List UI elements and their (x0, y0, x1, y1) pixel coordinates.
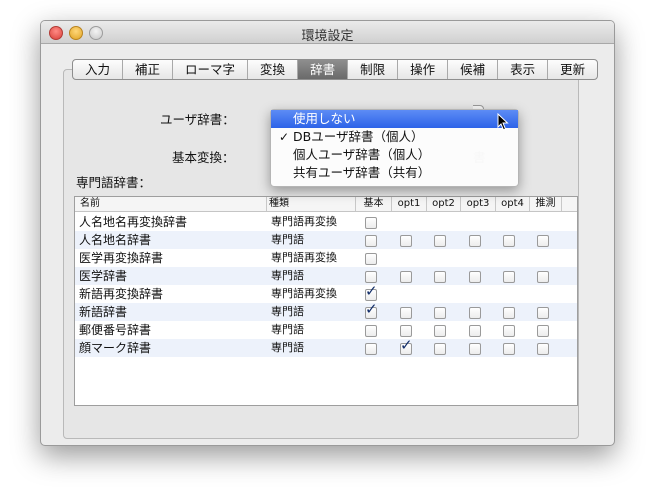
checkbox-推測[interactable] (537, 235, 549, 247)
checkbox-opt2[interactable] (434, 271, 446, 283)
tab-2[interactable]: ローマ字 (173, 60, 249, 79)
dictionary-kind: 専門語再変換 (271, 251, 337, 264)
tab-5[interactable]: 制限 (348, 60, 399, 79)
checkbox-推測[interactable] (537, 343, 549, 355)
dictionary-name: 医学再変換辞書 (79, 251, 164, 265)
dictionary-kind: 専門語 (271, 269, 304, 282)
dictionary-name: 新語再変換辞書 (79, 287, 164, 301)
dictionary-kind: 専門語 (271, 323, 304, 336)
table-row[interactable]: 顔マーク辞書 専門語 ✓ (75, 338, 577, 357)
checkbox-opt2[interactable] (434, 235, 446, 247)
tab-6[interactable]: 操作 (398, 60, 449, 79)
checkbox-opt3[interactable] (469, 307, 481, 319)
specialty-dictionary-table: 名前 種類 基本 opt1 opt2 opt3 opt4 推測 人名地名再変換辞書 専門語再変換… (74, 196, 578, 406)
checkbox-opt2[interactable] (434, 307, 446, 319)
checkbox-opt2[interactable] (434, 343, 446, 355)
mouse-cursor-icon (497, 113, 509, 131)
column-header-4[interactable]: opt2 (427, 197, 461, 211)
dictionary-kind: 専門語再変換 (271, 287, 337, 300)
tab-1[interactable]: 補正 (123, 60, 174, 79)
table-row[interactable]: 人名地名再変換辞書 専門語再変換 (75, 213, 577, 231)
column-header-5[interactable]: opt3 (461, 197, 496, 211)
checkbox-推測[interactable] (537, 271, 549, 283)
checkbox-opt4[interactable] (503, 271, 515, 283)
checkbox-opt1[interactable]: ✓ (400, 338, 413, 355)
table-header: 名前 種類 基本 opt1 opt2 opt3 opt4 推測 (75, 197, 577, 212)
specialty-dictionary-label: 専門語辞書： (76, 175, 152, 190)
dictionary-name: 人名地名辞書 (79, 233, 152, 247)
window-title: 環境設定 (301, 29, 354, 44)
checkbox-opt3[interactable] (469, 325, 481, 337)
title-bar[interactable]: 環境設定 (41, 21, 614, 44)
tab-0[interactable]: 入力 (73, 60, 124, 79)
checkbox-基本[interactable] (365, 325, 377, 337)
tab-4[interactable]: 辞書 (298, 60, 349, 79)
menu-item-label: 個人ユーザ辞書（個人） (293, 147, 431, 162)
tab-9[interactable]: 更新 (548, 60, 597, 79)
checkmark-icon: ✓ (400, 336, 413, 354)
user-dictionary-menu: 使用しない ✓ DBユーザ辞書（個人） 個人ユーザ辞書（個人） 共有ユーザ辞書（共有） (270, 109, 519, 187)
dictionary-name: 新語辞書 (79, 305, 128, 319)
dictionary-kind: 専門語再変換 (271, 215, 337, 228)
checkbox-opt1[interactable] (400, 271, 412, 283)
checkbox-opt3[interactable] (469, 235, 481, 247)
table-row[interactable]: 郵便番号辞書 専門語 (75, 321, 577, 339)
checkbox-opt3[interactable] (469, 271, 481, 283)
user-dictionary-label: ユーザ辞書： (160, 112, 235, 127)
checkbox-opt4[interactable] (503, 325, 515, 337)
dictionary-name: 医学辞書 (79, 269, 128, 283)
checkmark-icon: ✓ (365, 282, 378, 300)
menu-item-label: 使用しない (293, 111, 356, 126)
menu-item-0[interactable]: 使用しない (271, 110, 518, 128)
checkbox-基本[interactable] (365, 235, 377, 247)
checkbox-opt2[interactable] (434, 325, 446, 337)
checkbox-opt4[interactable] (503, 343, 515, 355)
menu-item-3[interactable]: 共有ユーザ辞書（共有） (271, 164, 518, 182)
dictionary-kind: 専門語 (271, 233, 304, 246)
checkbox-opt4[interactable] (503, 307, 515, 319)
column-header-3[interactable]: opt1 (392, 197, 427, 211)
checkbox-opt3[interactable] (469, 343, 481, 355)
menu-item-label: DBユーザ辞書（個人） (293, 129, 424, 144)
table-row[interactable]: 医学再変換辞書 専門語再変換 (75, 249, 577, 267)
checkbox-基本[interactable] (365, 253, 377, 265)
checkbox-基本[interactable]: ✓ (365, 302, 378, 319)
dictionary-kind: 専門語 (271, 341, 304, 354)
basic-conversion-label: 基本変換： (172, 150, 235, 165)
column-header-1[interactable]: 種類 (267, 197, 356, 211)
checkbox-推測[interactable] (537, 325, 549, 337)
tab-bar: 入力 補正 ローマ字 変換 辞書 制限 操作 候補 表示 更新 (72, 59, 599, 80)
checkmark-icon: ✓ (279, 130, 290, 144)
table-row[interactable]: 新語再変換辞書 専門語再変換 ✓ (75, 282, 577, 303)
checkbox-基本[interactable] (365, 217, 377, 229)
tab-7[interactable]: 候補 (448, 60, 499, 79)
dictionary-kind: 専門語 (271, 305, 304, 318)
table-row[interactable]: 人名地名辞書 専門語 (75, 231, 577, 249)
dictionary-name: 郵便番号辞書 (79, 323, 152, 337)
column-header-7[interactable]: 推測 (530, 197, 562, 211)
checkmark-icon: ✓ (365, 300, 378, 318)
checkbox-推測[interactable] (537, 307, 549, 319)
dictionary-name: 顔マーク辞書 (79, 341, 152, 355)
checkbox-基本[interactable] (365, 343, 377, 355)
tab-3[interactable]: 変換 (248, 60, 299, 79)
checkbox-opt1[interactable] (400, 235, 412, 247)
tab-8[interactable]: 表示 (498, 60, 549, 79)
column-header-2[interactable]: 基本 (356, 197, 392, 211)
checkbox-opt1[interactable] (400, 307, 412, 319)
dictionary-name: 人名地名再変換辞書 (79, 215, 188, 229)
table-row[interactable]: 医学辞書 専門語 (75, 267, 577, 285)
menu-item-2[interactable]: 個人ユーザ辞書（個人） (271, 146, 518, 164)
column-header-0[interactable]: 名前 (78, 197, 267, 211)
menu-item-label: 共有ユーザ辞書（共有） (293, 165, 431, 180)
preferences-window: 環境設定 入力 補正 ローマ字 変換 辞書 制限 操作 候補 表示 更新 ユーザ辞書： 基本変換：… (40, 20, 615, 446)
table-row[interactable]: 新語辞書 専門語 ✓ (75, 302, 577, 321)
checkbox-opt4[interactable] (503, 235, 515, 247)
menu-item-1[interactable]: ✓ DBユーザ辞書（個人） (271, 128, 518, 146)
column-header-6[interactable]: opt4 (496, 197, 530, 211)
